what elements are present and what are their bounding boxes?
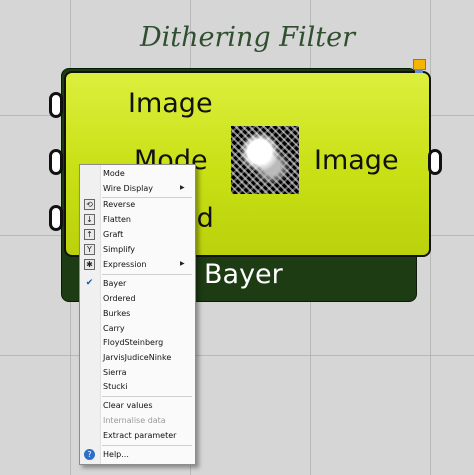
graft-icon: ↑ [84, 229, 95, 240]
warning-flag-icon [413, 59, 426, 73]
menu-item-reverse[interactable]: ⟲ Reverse [80, 198, 195, 212]
menu-item-internalise-data: Internalise data [80, 414, 195, 428]
menu-separator [102, 274, 192, 275]
menu-item-label: Clear values [103, 401, 153, 410]
help-icon: ? [84, 449, 95, 460]
menu-item-bayer[interactable]: ✔ Bayer [80, 277, 195, 291]
menu-item-label: Internalise data [103, 416, 166, 425]
component-title: Dithering Filter [140, 22, 356, 53]
component-nickname: Bayer [204, 259, 283, 290]
input-label-image: Image [128, 88, 213, 119]
menu-item-label: Carry [103, 324, 125, 333]
menu-item-expression[interactable]: ✱ Expression ▶ [80, 258, 195, 272]
input-grip-image[interactable] [49, 92, 63, 118]
output-grip-image[interactable] [428, 149, 442, 175]
menu-item-stucki[interactable]: Stucki [80, 380, 195, 394]
menu-item-label: Help... [103, 450, 129, 459]
expression-icon: ✱ [84, 259, 95, 270]
menu-item-label: JarvisJudiceNinke [103, 353, 172, 362]
menu-item-label: Flatten [103, 215, 131, 224]
context-menu: Mode Wire Display ▶ ⟲ Reverse ↓ Flatten … [79, 164, 196, 465]
menu-item-graft[interactable]: ↑ Graft [80, 228, 195, 242]
submenu-arrow-icon: ▶ [180, 184, 185, 191]
menu-item-sierra[interactable]: Sierra [80, 366, 195, 380]
menu-item-label: Simplify [103, 245, 136, 254]
submenu-arrow-icon: ▶ [180, 260, 185, 267]
menu-item-label: Bayer [103, 279, 127, 288]
menu-item-extract-parameter[interactable]: Extract parameter [80, 429, 195, 443]
menu-separator [102, 396, 192, 397]
reverse-icon: ⟲ [84, 199, 95, 210]
dithered-preview-image [231, 126, 299, 194]
menu-item-label: Extract parameter [103, 431, 177, 440]
menu-item-label: Stucki [103, 382, 128, 391]
menu-separator [102, 445, 192, 446]
output-label-image: Image [314, 145, 399, 176]
menu-item-flatten[interactable]: ↓ Flatten [80, 213, 195, 227]
menu-item-wire-display[interactable]: Wire Display ▶ [80, 182, 195, 196]
input-grip-third[interactable] [49, 205, 63, 231]
menu-item-label: Reverse [103, 200, 136, 209]
checkmark-icon: ✔ [85, 278, 94, 288]
menu-item-ordered[interactable]: Ordered [80, 292, 195, 306]
menu-item-label: Mode [103, 169, 125, 178]
menu-item-label: Wire Display [103, 184, 154, 193]
menu-item-label: Ordered [103, 294, 136, 303]
menu-item-jarvisjudiceninke[interactable]: JarvisJudiceNinke [80, 351, 195, 365]
menu-item-clear-values[interactable]: Clear values [80, 399, 195, 413]
menu-item-label: Expression [103, 260, 147, 269]
menu-item-label: Graft [103, 230, 124, 239]
menu-item-simplify[interactable]: Y Simplify [80, 243, 195, 257]
flatten-icon: ↓ [84, 214, 95, 225]
menu-item-carry[interactable]: Carry [80, 322, 195, 336]
menu-item-burkes[interactable]: Burkes [80, 307, 195, 321]
menu-item-label: Burkes [103, 309, 131, 318]
menu-item-help[interactable]: ? Help... [80, 448, 195, 462]
menu-item-mode[interactable]: Mode [80, 167, 195, 181]
menu-item-floydsteinberg[interactable]: FloydSteinberg [80, 336, 195, 350]
input-grip-mode[interactable] [49, 149, 63, 175]
simplify-icon: Y [84, 244, 95, 255]
menu-item-label: Sierra [103, 368, 127, 377]
menu-item-label: FloydSteinberg [103, 338, 164, 347]
